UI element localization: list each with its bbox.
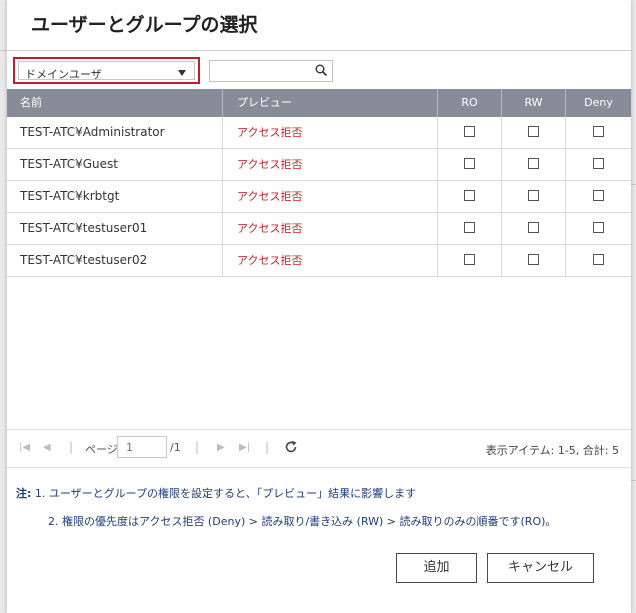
deny-checkbox[interactable] [593, 254, 604, 265]
user-name-cell: TEST-ATC¥testuser01 [20, 221, 148, 235]
user-type-select[interactable]: ドメインユーザ [13, 57, 200, 84]
table-row[interactable]: TEST-ATC¥krbtgt アクセス拒否 [7, 181, 631, 213]
deny-checkbox[interactable] [593, 126, 604, 137]
ro-cell [437, 245, 501, 276]
rw-checkbox[interactable] [528, 158, 539, 169]
ro-checkbox[interactable] [464, 222, 475, 233]
dropdown-arrow-icon [178, 70, 186, 76]
table-row[interactable]: TEST-ATC¥Guest アクセス拒否 [7, 149, 631, 181]
next-page-icon[interactable]: ▶ [217, 442, 225, 453]
pager-separator: | [265, 440, 270, 454]
column-header-preview[interactable]: プレビュー [222, 89, 437, 117]
column-header-rw[interactable]: RW [501, 89, 565, 117]
select-value: ドメインユーザ [25, 68, 102, 81]
deny-cell [565, 117, 631, 148]
note-line-1: 注: 1. ユーザーとグループの権限を設定すると、「プレビュー」結果に影響します [16, 485, 416, 501]
rw-cell [501, 213, 565, 244]
rw-cell [501, 181, 565, 212]
table-row[interactable]: TEST-ATC¥testuser02 アクセス拒否 [7, 245, 631, 277]
page-label: ページ [85, 443, 118, 456]
prev-page-icon[interactable]: ◀ [43, 442, 51, 453]
notes-divider [7, 467, 631, 468]
search-box [209, 60, 333, 82]
ro-cell [437, 149, 501, 180]
table-row[interactable]: TEST-ATC¥testuser01 アクセス拒否 [7, 213, 631, 245]
deny-checkbox[interactable] [593, 158, 604, 169]
rw-checkbox[interactable] [528, 254, 539, 265]
column-header-ro[interactable]: RO [437, 89, 501, 117]
note-label: 注: [16, 487, 32, 500]
header-divider [7, 50, 631, 51]
table-row[interactable]: TEST-ATC¥Administrator アクセス拒否 [7, 117, 631, 149]
pager-separator: | [195, 440, 200, 454]
table-header: 名前 プレビュー RO RW Deny [7, 89, 631, 117]
dialog-title: ユーザーとグループの選択 [31, 14, 258, 36]
refresh-icon[interactable] [284, 440, 298, 454]
preview-cell: アクセス拒否 [222, 149, 437, 180]
last-page-icon[interactable]: ▶| [239, 442, 250, 453]
pager-separator: | [69, 440, 74, 454]
page-number-input[interactable] [117, 436, 167, 458]
note-1-text: 1. ユーザーとグループの権限を設定すると、「プレビュー」結果に影響します [34, 487, 417, 500]
deny-cell [565, 213, 631, 244]
preview-cell: アクセス拒否 [222, 245, 437, 276]
user-name-cell: TEST-ATC¥testuser02 [20, 253, 148, 267]
ro-checkbox[interactable] [464, 190, 475, 201]
ro-cell [437, 117, 501, 148]
note-2-text: 2. 権限の優先度はアクセス拒否 (Deny) > 読み取り/書き込み (RW)… [48, 515, 557, 528]
preview-cell: アクセス拒否 [222, 181, 437, 212]
column-header-deny[interactable]: Deny [565, 89, 631, 117]
rw-checkbox[interactable] [528, 222, 539, 233]
column-header-name[interactable]: 名前 [20, 89, 42, 117]
search-icon[interactable] [315, 64, 328, 77]
rw-cell [501, 245, 565, 276]
deny-checkbox[interactable] [593, 222, 604, 233]
add-button[interactable]: 追加 [396, 553, 477, 583]
rw-checkbox[interactable] [528, 126, 539, 137]
deny-cell [565, 245, 631, 276]
first-page-icon[interactable]: |◀ [19, 442, 30, 453]
deny-cell [565, 181, 631, 212]
user-name-cell: TEST-ATC¥krbtgt [20, 189, 120, 203]
rw-cell [501, 149, 565, 180]
ro-checkbox[interactable] [464, 254, 475, 265]
user-group-select-dialog: ユーザーとグループの選択 ドメインユーザ 名前 プレビュー RO RW Deny… [7, 0, 631, 613]
ro-checkbox[interactable] [464, 158, 475, 169]
select-inner: ドメインユーザ [18, 61, 195, 81]
page-total: /1 [170, 441, 181, 454]
cancel-button[interactable]: キャンセル [487, 553, 594, 583]
item-count-info: 表示アイテム: 1-5, 合計: 5 [485, 444, 619, 457]
ro-cell [437, 181, 501, 212]
preview-cell: アクセス拒否 [222, 213, 437, 244]
user-table: 名前 プレビュー RO RW Deny TEST-ATC¥Administrat… [7, 89, 631, 277]
user-name-cell: TEST-ATC¥Guest [20, 157, 118, 171]
rw-cell [501, 117, 565, 148]
ro-checkbox[interactable] [464, 126, 475, 137]
preview-cell: アクセス拒否 [222, 117, 437, 148]
deny-checkbox[interactable] [593, 190, 604, 201]
user-name-cell: TEST-ATC¥Administrator [20, 125, 165, 139]
pager: |◀ ◀ | ページ /1 | ▶ ▶| | 表示アイテム: 1-5, 合計: … [7, 430, 631, 467]
search-input[interactable] [212, 62, 316, 82]
table-body: TEST-ATC¥Administrator アクセス拒否 TEST-ATC¥G… [7, 117, 631, 277]
rw-checkbox[interactable] [528, 190, 539, 201]
deny-cell [565, 149, 631, 180]
ro-cell [437, 213, 501, 244]
